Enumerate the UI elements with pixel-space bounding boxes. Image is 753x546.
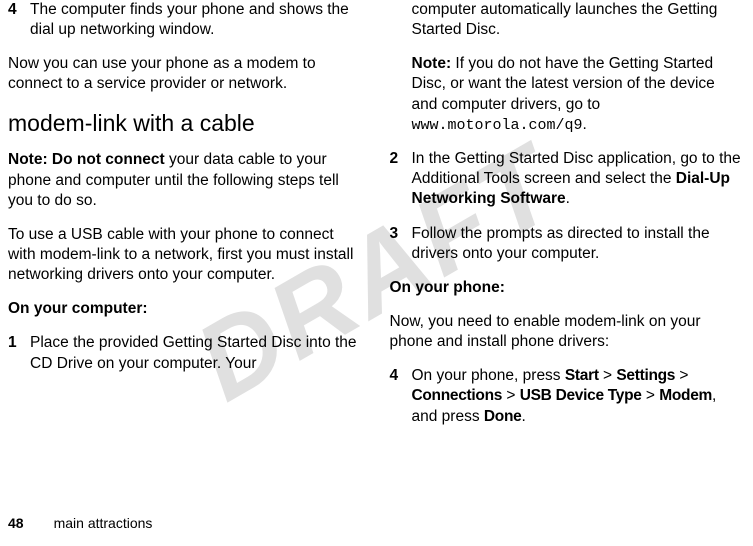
note-prefix: Note: <box>412 55 452 72</box>
section-heading: modem-link with a cable <box>8 109 362 139</box>
step-text: Follow the prompts as directed to instal… <box>412 224 744 264</box>
step-number: 4 <box>390 366 412 426</box>
step-number: 2 <box>390 149 412 209</box>
paragraph: Now you can use your phone as a modem to… <box>8 54 362 94</box>
url-text: www.motorola.com/q9 <box>412 117 583 134</box>
menu-item: Start <box>565 367 599 384</box>
step-text: The computer finds your phone and shows … <box>30 0 362 40</box>
page-footer: 48 main attractions <box>8 514 152 532</box>
menu-item: Settings <box>616 367 675 384</box>
step-4b: 4 On your phone, press Start > Settings … <box>390 366 744 426</box>
separator: > <box>599 367 617 384</box>
right-column: computer automatically launches the Gett… <box>390 0 744 441</box>
paragraph: To use a USB cable with your phone to co… <box>8 225 362 285</box>
step-text: On your phone, press Start > Settings > … <box>412 366 744 426</box>
separator: > <box>502 387 520 404</box>
step-3: 3 Follow the prompts as directed to inst… <box>390 224 744 264</box>
step-text: Place the provided Getting Started Disc … <box>30 333 362 373</box>
step-number: 4 <box>8 0 30 40</box>
period: . <box>566 190 570 207</box>
step-text: In the Getting Started Disc application,… <box>412 149 744 209</box>
left-column: 4 The computer finds your phone and show… <box>8 0 362 441</box>
menu-item: Done <box>484 408 522 425</box>
note-rest: If you do not have the Getting Started D… <box>412 55 715 112</box>
note-prefix: Note: Do not connect <box>8 151 165 168</box>
menu-item: Connections <box>412 387 503 404</box>
menu-item: Modem <box>659 387 712 404</box>
step-2: 2 In the Getting Started Disc applicatio… <box>390 149 744 209</box>
step-4: 4 The computer finds your phone and show… <box>8 0 362 40</box>
step-continuation: computer automatically launches the Gett… <box>390 0 744 40</box>
note-paragraph: Note: If you do not have the Getting Sta… <box>390 54 744 135</box>
period: . <box>521 408 525 425</box>
section-title: main attractions <box>54 515 153 531</box>
paragraph: Now, you need to enable modem-link on yo… <box>390 312 744 352</box>
separator: > <box>642 387 660 404</box>
step-number: 3 <box>390 224 412 264</box>
subheading: On your computer: <box>8 299 362 319</box>
subheading: On your phone: <box>390 278 744 298</box>
separator: > <box>675 367 688 384</box>
text-part: On your phone, press <box>412 367 565 384</box>
step-1: 1 Place the provided Getting Started Dis… <box>8 333 362 373</box>
menu-item: USB Device Type <box>520 387 642 404</box>
period: . <box>583 116 587 133</box>
page-number: 48 <box>8 515 24 531</box>
note-paragraph: Note: Do not connect your data cable to … <box>8 150 362 210</box>
page-content: 4 The computer finds your phone and show… <box>0 0 753 441</box>
step-number: 1 <box>8 333 30 373</box>
